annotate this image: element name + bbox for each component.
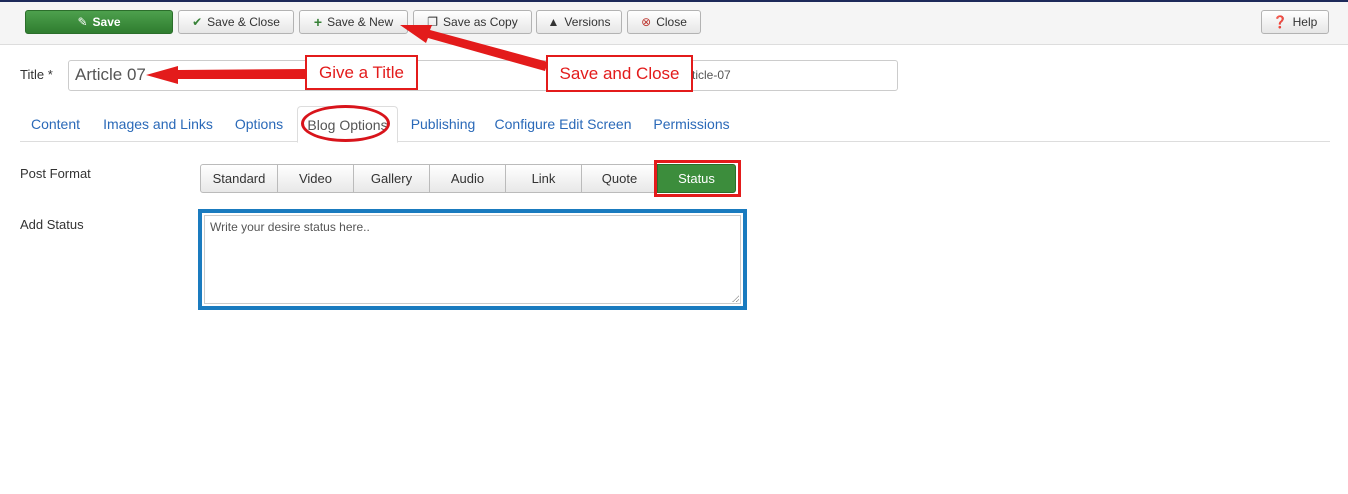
resize-handle[interactable] bbox=[732, 295, 739, 302]
close-label: Close bbox=[656, 15, 687, 29]
versions-label: Versions bbox=[564, 15, 611, 29]
save-close-callout: Save and Close bbox=[546, 55, 693, 92]
add-status-label: Add Status bbox=[20, 217, 84, 232]
status-textarea-highlight: Write your desire status here.. bbox=[198, 209, 747, 310]
copy-icon: ❐ bbox=[427, 15, 439, 29]
format-standard[interactable]: Standard bbox=[200, 164, 278, 193]
alias-value: rticle-07 bbox=[688, 68, 731, 82]
save-button[interactable]: ✎ Save bbox=[25, 10, 173, 34]
tab-bar: Content Images and Links Options Blog Op… bbox=[20, 106, 1330, 143]
tab-configure-edit-screen[interactable]: Configure Edit Screen bbox=[493, 106, 633, 142]
format-link[interactable]: Link bbox=[505, 164, 582, 193]
versions-button[interactable]: ▲ Versions bbox=[536, 10, 622, 34]
title-input[interactable]: Article 07 bbox=[68, 60, 898, 91]
save-close-button[interactable]: ✔ Save & Close bbox=[178, 10, 294, 34]
save-label: Save bbox=[92, 15, 121, 29]
toolbar: ✎ Save ✔ Save & Close + Save & New ❐ Sav… bbox=[0, 2, 1348, 45]
format-gallery[interactable]: Gallery bbox=[353, 164, 430, 193]
status-highlight-box bbox=[654, 160, 741, 197]
save-copy-button[interactable]: ❐ Save as Copy bbox=[413, 10, 532, 34]
format-quote[interactable]: Quote bbox=[581, 164, 658, 193]
archive-icon: ▲ bbox=[547, 15, 560, 29]
tab-content[interactable]: Content bbox=[20, 106, 91, 142]
check-icon: ✔ bbox=[192, 15, 203, 29]
tab-permissions[interactable]: Permissions bbox=[647, 106, 736, 142]
post-format-label: Post Format bbox=[20, 166, 91, 181]
save-close-label: Save & Close bbox=[207, 15, 280, 29]
format-video[interactable]: Video bbox=[277, 164, 354, 193]
title-label: Title * bbox=[20, 67, 53, 82]
plus-icon: + bbox=[313, 14, 323, 30]
edit-icon: ✎ bbox=[77, 15, 88, 29]
question-icon: ❓ bbox=[1272, 15, 1288, 29]
format-audio[interactable]: Audio bbox=[429, 164, 506, 193]
give-title-callout: Give a Title bbox=[305, 55, 418, 90]
save-new-label: Save & New bbox=[327, 15, 394, 29]
tab-images-links[interactable]: Images and Links bbox=[94, 106, 222, 142]
cancel-icon: ⊗ bbox=[641, 15, 652, 29]
tab-options[interactable]: Options bbox=[228, 106, 290, 142]
status-textarea[interactable]: Write your desire status here.. bbox=[204, 215, 741, 304]
help-button[interactable]: ❓ Help bbox=[1261, 10, 1329, 34]
status-text: Write your desire status here.. bbox=[210, 220, 370, 234]
help-label: Help bbox=[1292, 15, 1318, 29]
blog-options-ring bbox=[301, 105, 390, 142]
close-button[interactable]: ⊗ Close bbox=[627, 10, 701, 34]
tab-publishing[interactable]: Publishing bbox=[404, 106, 482, 142]
save-copy-label: Save as Copy bbox=[443, 15, 518, 29]
save-new-button[interactable]: + Save & New bbox=[299, 10, 408, 34]
title-value: Article 07 bbox=[75, 65, 146, 84]
